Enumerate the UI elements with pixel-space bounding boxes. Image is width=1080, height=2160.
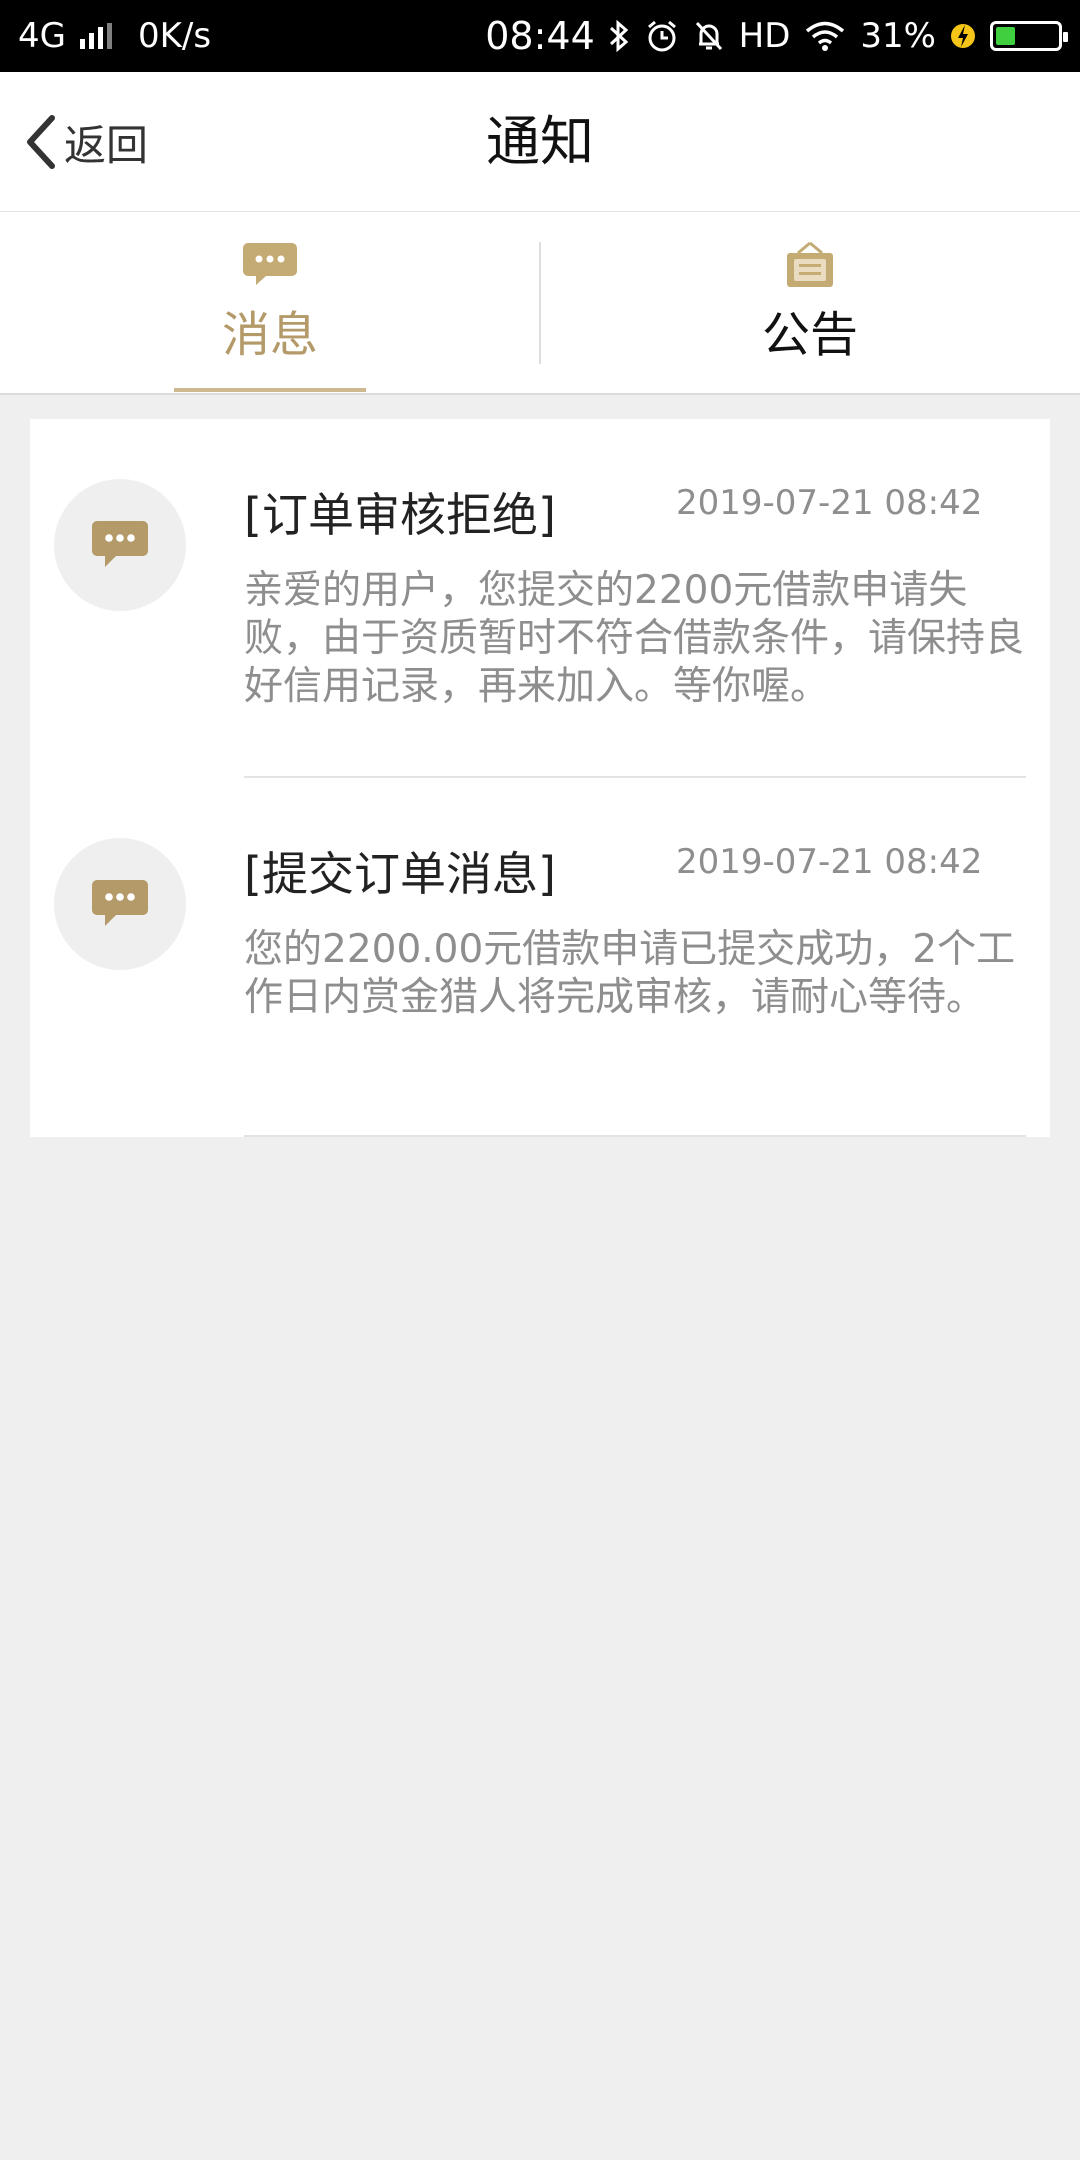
message-body: 您的2200.00元借款申请已提交成功，2个工作日内赏金猎人将完成审核，请耐心等… bbox=[244, 927, 1016, 1020]
message-time: 2019-07-21 08:42 bbox=[676, 483, 983, 523]
tab-announcements[interactable]: 公告 bbox=[540, 212, 1080, 393]
bluetooth-icon bbox=[609, 19, 628, 53]
signal-icon bbox=[79, 23, 112, 49]
message-avatar bbox=[54, 838, 186, 970]
tab-messages[interactable]: 消息 bbox=[0, 212, 540, 393]
message-body: 亲爱的用户，您提交的2200元借款申请失败，由于资质暂时不符合借款条件，请保持良… bbox=[244, 568, 1025, 709]
chat-bubble-icon bbox=[92, 521, 148, 567]
tab-bar: 消息 公告 bbox=[0, 212, 1080, 395]
chat-bubble-icon bbox=[243, 242, 297, 285]
tab-announcements-label: 公告 bbox=[761, 306, 858, 363]
divider bbox=[244, 1135, 1026, 1137]
alarm-icon bbox=[647, 20, 676, 52]
wifi-icon bbox=[806, 21, 845, 51]
mute-bell-icon bbox=[695, 21, 722, 51]
message-title: [提交订单消息] bbox=[244, 847, 556, 901]
page-title: 通知 bbox=[486, 110, 594, 173]
battery-icon bbox=[990, 21, 1068, 51]
network-speed: 0K/s bbox=[137, 16, 212, 56]
hd-indicator: HD bbox=[738, 16, 791, 56]
status-bar: 4G 0K/s 08:44 HD 31% bbox=[0, 0, 1080, 72]
message-list: [订单审核拒绝] 2019-07-21 08:42 亲爱的用户，您提交的2200… bbox=[30, 419, 1050, 1137]
message-time: 2019-07-21 08:42 bbox=[676, 842, 983, 882]
active-tab-indicator bbox=[174, 388, 366, 392]
battery-percent: 31% bbox=[860, 16, 936, 56]
network-type: 4G bbox=[18, 16, 66, 56]
announcement-board-icon bbox=[787, 241, 833, 287]
list-item[interactable]: [提交订单消息] 2019-07-21 08:42 您的2200.00元借款申请… bbox=[30, 778, 1050, 1137]
list-item[interactable]: [订单审核拒绝] 2019-07-21 08:42 亲爱的用户，您提交的2200… bbox=[30, 419, 1050, 778]
message-title: [订单审核拒绝] bbox=[244, 488, 556, 542]
chat-bubble-icon bbox=[92, 880, 148, 926]
nav-header: 返回 通知 bbox=[0, 72, 1080, 212]
tab-messages-label: 消息 bbox=[221, 306, 318, 363]
message-avatar bbox=[54, 479, 186, 611]
charging-icon bbox=[951, 24, 975, 48]
